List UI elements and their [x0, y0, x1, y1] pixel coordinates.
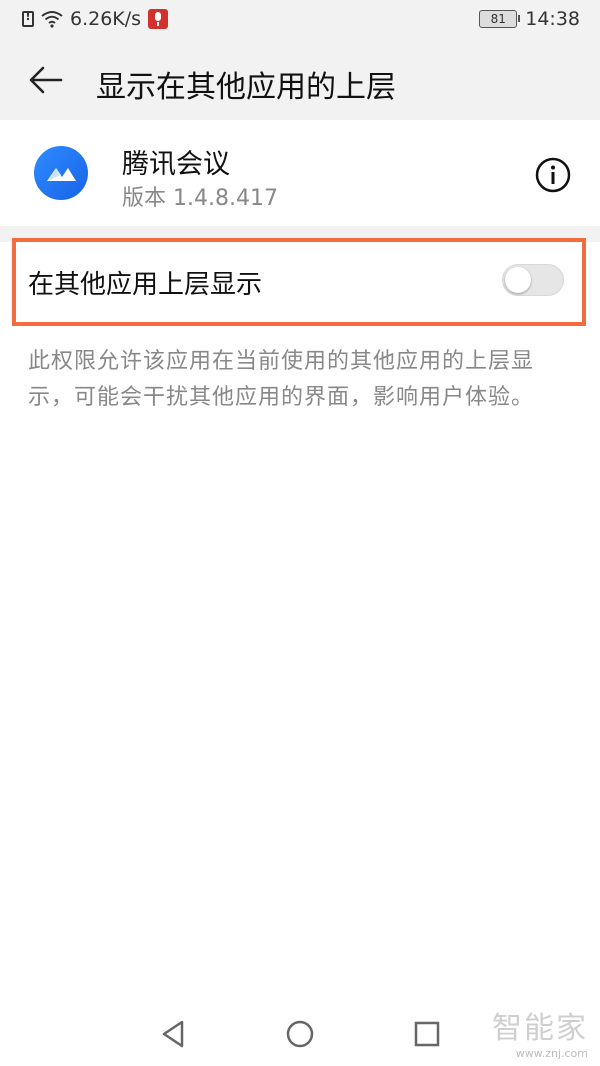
recents-square-icon: [414, 1021, 440, 1047]
watermark-logo: 智能家: [492, 1011, 588, 1046]
app-name: 腾讯会议: [122, 149, 230, 180]
arrow-left-icon: [29, 66, 63, 94]
nav-home-button[interactable]: [282, 1016, 318, 1052]
battery-level: 81: [490, 12, 506, 26]
toggle-knob: [505, 267, 531, 293]
app-info-button[interactable]: [534, 156, 572, 194]
watermark-url: www.znj.com: [515, 1047, 588, 1060]
app-info-row: 腾讯会议 版本 1.4.8.417: [0, 120, 600, 226]
status-right: 81 14:38: [479, 8, 580, 30]
nav-recents-button[interactable]: [409, 1016, 445, 1052]
permission-toggle-row[interactable]: 在其他应用上层显示: [0, 242, 600, 322]
clock: 14:38: [525, 8, 580, 30]
app-version: 版本 1.4.8.417: [122, 186, 278, 211]
overlay-permission-toggle[interactable]: [502, 264, 564, 296]
mic-icon: [148, 9, 169, 29]
status-bar: 6.26K/s 81 14:38: [0, 0, 600, 40]
nav-back-button[interactable]: [156, 1016, 192, 1052]
meeting-logo-icon: [47, 168, 76, 181]
wifi-icon: [41, 11, 63, 28]
back-button[interactable]: [22, 58, 70, 102]
home-circle-icon: [286, 1020, 314, 1048]
watermark: 智能家 www.znj.com: [492, 1003, 588, 1060]
page-title: 显示在其他应用的上层: [96, 70, 396, 105]
permission-label: 在其他应用上层显示: [28, 270, 263, 300]
status-left: 6.26K/s: [22, 8, 169, 30]
back-triangle-icon: [162, 1020, 184, 1048]
alert-icon: [22, 9, 34, 27]
info-circle-icon: [535, 157, 571, 193]
app-logo: [34, 146, 88, 200]
section-divider: [0, 226, 600, 242]
battery-icon: 81: [479, 10, 521, 28]
network-speed: 6.26K/s: [70, 8, 142, 30]
app-bar: 显示在其他应用的上层: [0, 40, 600, 120]
permission-description: 此权限允许该应用在当前使用的其他应用的上层显示，可能会干扰其他应用的界面，影响用…: [28, 349, 535, 410]
